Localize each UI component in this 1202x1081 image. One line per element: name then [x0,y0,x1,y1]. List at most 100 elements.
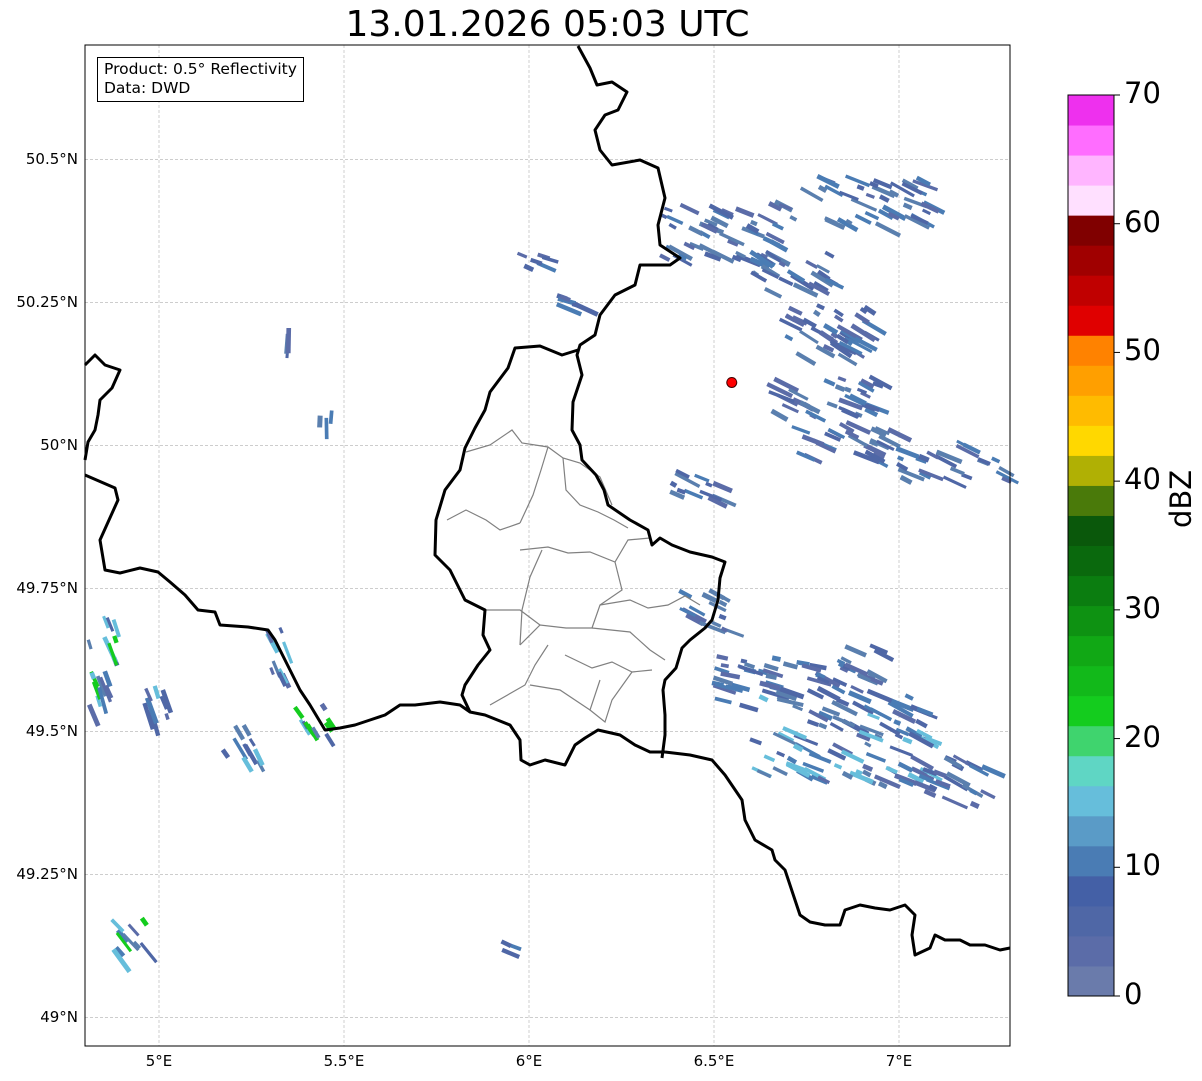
radar-echo [269,667,275,676]
colorbar-tick-label: 60 [1124,204,1161,239]
radar-echo [902,202,913,211]
radar-echo [127,923,140,937]
colorbar-tick-label: 10 [1124,848,1161,883]
radar-echo [862,763,874,772]
radar-echo [749,737,763,746]
radar-echo [87,703,101,727]
radar-echo [660,213,668,220]
data-source-label: Data: DWD [104,79,191,97]
radar-echo [921,208,931,216]
border-lu-fr-de-south [469,710,665,767]
radar-echo [500,939,512,948]
radar-echo [523,263,535,273]
colorbar-segment [1068,665,1114,697]
radar-echo [808,751,832,764]
lat-tick-label: 49.25°N [16,865,78,884]
radar-echo [782,661,799,670]
colorbar-segment [1068,275,1114,306]
radar-echo [663,206,673,213]
radar-echo [895,446,920,460]
radar-echo [735,206,755,218]
radar-echo [836,658,846,666]
radar-echo [743,661,756,669]
colorbar-segment [1068,875,1114,907]
colorbar-segment [1068,815,1114,847]
lat-tick-label: 49°N [40,1008,78,1027]
radar-echo [904,693,914,701]
radar-echo [778,276,794,287]
colorbar-segment [1068,635,1114,667]
radar-echo [771,655,781,662]
radar-echo [688,225,704,237]
radar-echo [541,255,559,264]
colorbar-segment [1068,335,1114,366]
radar-echo [878,194,890,203]
radar-echo [771,222,784,231]
border-be-fr-west [83,353,122,461]
radar-echo [854,312,870,325]
radar-echo [844,644,867,658]
colorbar-segment [1068,155,1114,186]
colorbar-segment [1068,95,1114,126]
radar-echo [899,474,913,485]
radar-echo [152,685,161,700]
radar-echo [718,599,728,608]
radar-echo [758,694,769,703]
radar-echo [694,473,710,483]
colorbar-segment [1068,965,1114,997]
radar-echo [915,718,928,729]
radar-echo [980,789,996,800]
colorbar-segment [1068,125,1114,156]
radar-echo [869,181,879,189]
district-boundaries [446,429,701,724]
radar-echo [850,197,878,212]
colorbar-segment [1068,545,1114,577]
colorbar-segment [1068,905,1114,937]
radar-echo [865,751,887,763]
radar-echo [530,257,543,266]
colorbar-tick-label: 0 [1124,977,1143,1011]
radar-echo [789,215,798,222]
radar-echo [112,635,119,644]
radar-echo [666,214,684,226]
radar-echo [941,795,969,810]
lat-tick-label: 50°N [40,436,78,455]
colorbar-segment [1068,575,1114,607]
radar-echo [864,210,880,221]
radar-echo [770,408,789,422]
radar-echo [844,174,871,188]
colorbar-segment [1068,305,1114,336]
radar-echo [778,260,786,268]
radar-echo [765,673,778,681]
product-label: Product: 0.5° Reflectivity [104,60,297,78]
radar-echo [319,702,328,712]
radar-echo [865,192,875,199]
radar-echo [669,480,678,488]
radar-echo [795,351,817,366]
radar-echo [910,754,935,771]
radar-site-marker [726,376,738,388]
radar-echo [164,712,170,721]
radar-echo [969,800,980,809]
radar-echo [942,475,967,489]
radar-echo [293,705,305,720]
colorbar-segment [1068,935,1114,967]
colorbar-title: dBZ [1164,469,1198,528]
radar-echo [799,186,824,203]
radar-echo [139,916,149,927]
radar-echo [111,619,121,638]
radar-echo [864,741,872,748]
colorbar-segment [1068,485,1114,516]
radar-echo [776,750,786,758]
radar-echo [233,724,246,741]
radar-echo [776,697,804,708]
colorbar-segment [1068,725,1114,757]
radar-echo [805,259,819,270]
radar-echo [834,384,846,392]
border-de-be-lu [570,45,727,759]
radar-echo [832,715,856,728]
radar-echo [991,456,1001,464]
lat-tick-label: 49.5°N [25,722,78,741]
radar-map [83,44,1120,1047]
colorbar-tick-label: 20 [1124,719,1161,754]
